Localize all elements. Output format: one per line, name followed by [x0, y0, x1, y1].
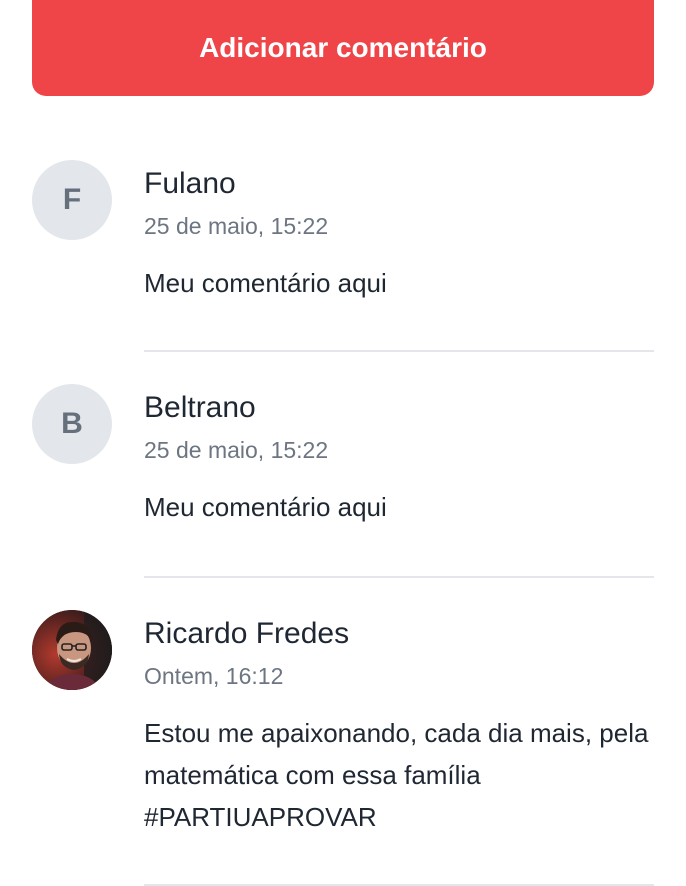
user-photo-icon — [32, 610, 112, 690]
avatar[interactable]: F — [32, 160, 112, 240]
comment-author[interactable]: Fulano — [144, 162, 654, 206]
comment-text: Estou me apaixonando, cada dia mais, pel… — [144, 718, 649, 832]
comment-text: Meu comentário aqui — [144, 492, 387, 522]
add-comment-button[interactable]: Adicionar comentário — [32, 0, 654, 96]
avatar[interactable]: B — [32, 384, 112, 464]
user-photo-avatar[interactable] — [32, 610, 112, 690]
comment-body: Ricardo Fredes Ontem, 16:12 Estou me apa… — [144, 610, 654, 838]
comment-date: 25 de maio, 15:22 — [144, 437, 329, 463]
comment-author[interactable]: Beltrano — [144, 386, 654, 430]
comment-author[interactable]: Ricardo Fredes — [144, 612, 654, 656]
comment-body: Fulano 25 de maio, 15:22 Meu comentário … — [144, 160, 654, 304]
comment-text: Meu comentário aqui — [144, 268, 387, 298]
comment-body: Beltrano 25 de maio, 15:22 Meu comentári… — [144, 384, 654, 528]
comment-date: 25 de maio, 15:22 — [144, 213, 329, 239]
comments-screen: Adicionar comentário F Fulano 25 de maio… — [0, 0, 686, 886]
divider — [144, 350, 654, 352]
divider — [144, 576, 654, 578]
comment-date: Ontem, 16:12 — [144, 663, 284, 689]
